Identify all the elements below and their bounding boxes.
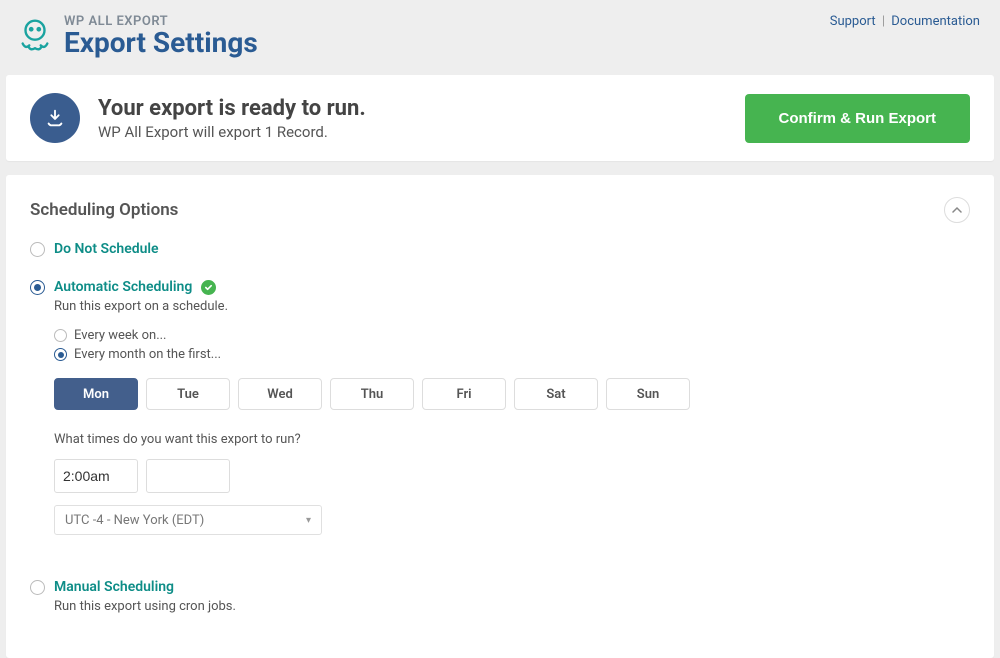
do-not-schedule-radio[interactable] <box>30 242 45 257</box>
automatic-scheduling-desc: Run this export on a schedule. <box>54 299 970 314</box>
scheduling-panel: Scheduling Options Do Not Schedule Autom… <box>6 175 994 658</box>
chevron-up-icon <box>952 205 962 215</box>
link-separator: | <box>882 14 885 29</box>
download-icon <box>30 93 80 143</box>
do-not-schedule-label[interactable]: Do Not Schedule <box>54 241 159 257</box>
ready-panel: Your export is ready to run. WP All Expo… <box>6 75 994 161</box>
day-wed[interactable]: Wed <box>238 378 322 410</box>
brand-block: WP ALL EXPORT Export Settings <box>16 14 258 57</box>
brand-logo-icon <box>16 15 54 57</box>
times-question: What times do you want this export to ru… <box>54 432 970 447</box>
day-thu[interactable]: Thu <box>330 378 414 410</box>
day-tue[interactable]: Tue <box>146 378 230 410</box>
time-input-1[interactable] <box>54 459 138 493</box>
time-input-2[interactable] <box>146 459 230 493</box>
timezone-value: UTC -4 - New York (EDT) <box>65 513 204 528</box>
documentation-link[interactable]: Documentation <box>891 14 980 29</box>
freq-month-label[interactable]: Every month on the first... <box>74 347 221 362</box>
manual-scheduling-radio[interactable] <box>30 580 45 595</box>
freq-month-radio[interactable] <box>54 348 67 361</box>
top-links: Support | Documentation <box>830 14 980 29</box>
day-picker: MonTueWedThuFriSatSun <box>54 378 970 410</box>
automatic-scheduling-radio[interactable] <box>30 280 45 295</box>
day-sun[interactable]: Sun <box>606 378 690 410</box>
support-link[interactable]: Support <box>830 14 876 29</box>
ready-subtitle: WP All Export will export 1 Record. <box>98 123 727 141</box>
chevron-down-icon: ▾ <box>306 515 311 526</box>
scheduling-title: Scheduling Options <box>30 200 178 220</box>
collapse-button[interactable] <box>944 197 970 223</box>
confirm-run-export-button[interactable]: Confirm & Run Export <box>745 94 971 143</box>
ready-title: Your export is ready to run. <box>98 96 727 121</box>
check-badge-icon <box>201 280 216 295</box>
freq-week-label[interactable]: Every week on... <box>74 328 166 343</box>
day-mon[interactable]: Mon <box>54 378 138 410</box>
page-title: Export Settings <box>64 29 258 57</box>
timezone-select[interactable]: UTC -4 - New York (EDT) ▾ <box>54 505 322 535</box>
automatic-scheduling-label[interactable]: Automatic Scheduling <box>54 279 192 295</box>
manual-scheduling-label[interactable]: Manual Scheduling <box>54 579 174 595</box>
freq-week-radio[interactable] <box>54 329 67 342</box>
day-fri[interactable]: Fri <box>422 378 506 410</box>
day-sat[interactable]: Sat <box>514 378 598 410</box>
manual-scheduling-desc: Run this export using cron jobs. <box>54 599 970 614</box>
